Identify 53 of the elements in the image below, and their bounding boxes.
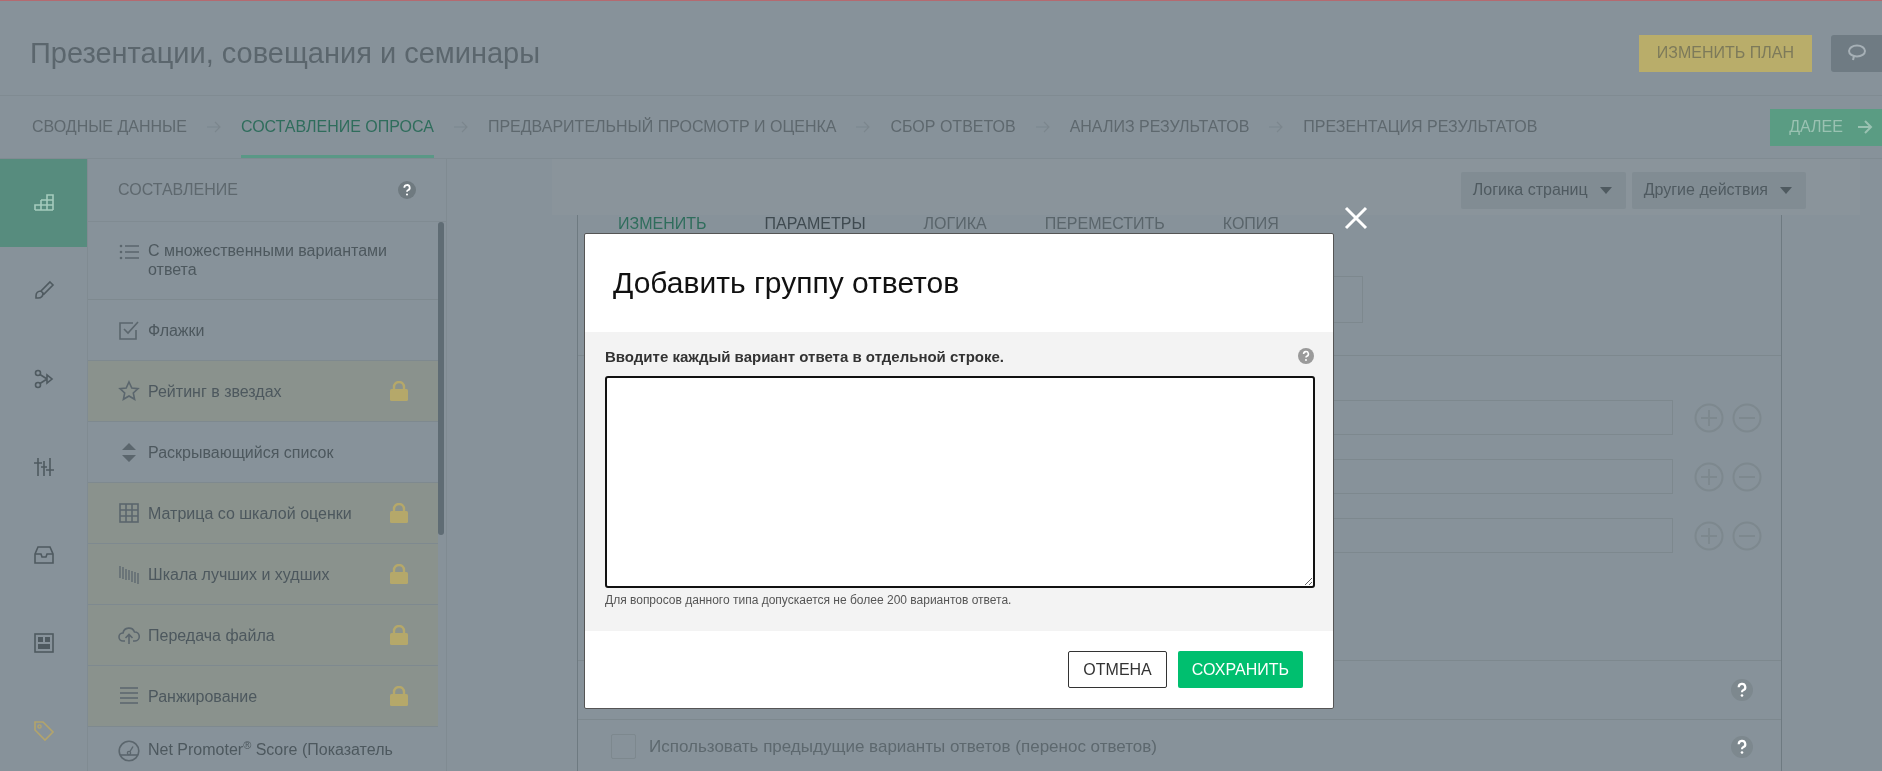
item-label: Передача файла xyxy=(148,625,276,645)
lock-icon xyxy=(390,381,408,401)
question-type-item[interactable]: Net Promoter$^{®}$ Score (Показатель xyxy=(88,727,438,771)
next-button[interactable]: ДАЛЕЕ xyxy=(1770,108,1882,146)
speech-bubble-icon xyxy=(1846,44,1867,62)
grid-icon xyxy=(118,502,140,524)
lock-icon xyxy=(390,503,408,523)
question-type-item[interactable]: Матрица со шкалой оценки xyxy=(88,483,438,544)
item-label: Матрица со шкалой оценки xyxy=(148,503,353,523)
bars-icon xyxy=(118,563,140,585)
lock-icon xyxy=(390,625,408,645)
arrow-icon xyxy=(1856,120,1873,134)
help-icon[interactable] xyxy=(1731,679,1753,701)
tag-icon xyxy=(31,719,56,743)
question-tab[interactable]: ИЗМЕНИТЬ xyxy=(618,215,707,235)
feedback-button[interactable] xyxy=(1831,34,1882,72)
item-label: Рейтинг в звездах xyxy=(148,381,283,401)
caret-icon xyxy=(1599,186,1612,194)
dialog-title: Добавить группу ответов xyxy=(613,266,960,300)
upgrade-button[interactable]: ИЗМЕНИТЬ ПЛАН xyxy=(1638,34,1812,72)
lock-icon xyxy=(390,564,408,584)
question-tab[interactable]: ПАРАМЕТРЫ xyxy=(764,215,866,235)
help-icon[interactable] xyxy=(1731,735,1753,758)
item-label: Net Promoter$^{®}$ Score (Показатель xyxy=(148,740,394,759)
scrollbar[interactable] xyxy=(438,222,444,535)
question-type-item[interactable]: Ранжирование xyxy=(88,666,438,727)
save-button[interactable]: СОХРАНИТЬ xyxy=(1177,651,1303,688)
layout-icon xyxy=(31,631,56,655)
lock-icon xyxy=(390,686,408,706)
cancel-button[interactable]: ОТМЕНА xyxy=(1068,651,1167,688)
hint-text: Для вопросов данного типа допускается не более 200 вариантов ответа. xyxy=(605,593,1013,607)
item-label: Шкала лучших и худших xyxy=(148,564,331,584)
item-label: Флажки xyxy=(148,320,206,340)
help-icon[interactable] xyxy=(1298,348,1314,364)
help-icon[interactable] xyxy=(398,181,416,199)
star-icon xyxy=(118,380,140,402)
answer-field[interactable] xyxy=(605,376,1315,588)
sliders-icon xyxy=(31,455,56,479)
lines-icon xyxy=(118,685,140,707)
step-tab[interactable]: СОСТАВЛЕНИЕ ОПРОСА xyxy=(240,96,434,158)
field-label: Вводите каждый вариант ответа в отдельной строке. xyxy=(605,347,1005,365)
checkbox-icon xyxy=(118,319,140,341)
item-label: Раскрывающийся список xyxy=(148,442,335,462)
rail-tab[interactable] xyxy=(0,159,87,247)
item-label: С множественными вариантами ответа xyxy=(148,241,389,279)
cloud-upload-icon xyxy=(118,624,140,646)
gauge-icon xyxy=(118,740,140,762)
question-type-item[interactable]: Рейтинг в звездах xyxy=(88,361,438,422)
question-type-item[interactable]: Шкала лучших и худших xyxy=(88,544,438,605)
inbox-icon xyxy=(31,543,56,567)
question-type-item[interactable]: Передача файла xyxy=(88,605,438,666)
caret-icon xyxy=(1780,186,1792,194)
item-label: Ранжирование xyxy=(148,686,259,706)
